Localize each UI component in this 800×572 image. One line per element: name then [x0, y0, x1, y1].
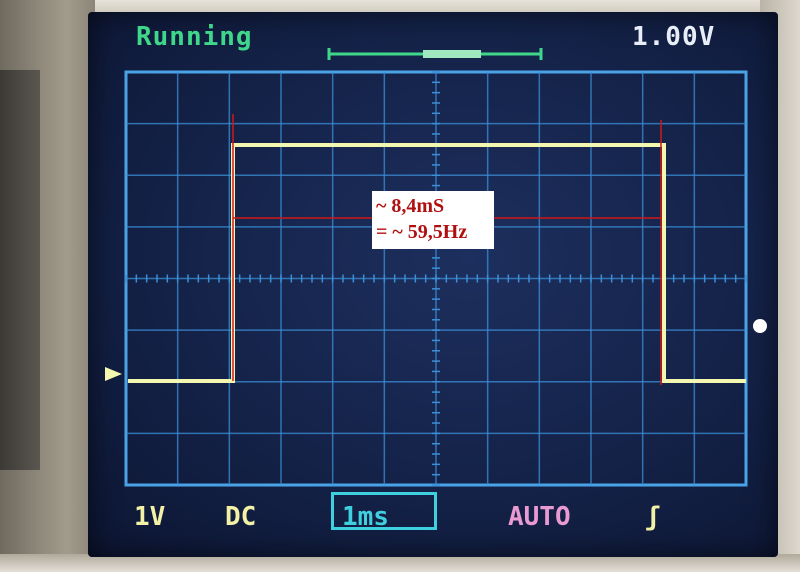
memory-position-bar[interactable] — [325, 44, 545, 64]
frequency-annotation: ~ 8,4mS = ~ 59,5Hz — [372, 191, 494, 249]
annotation-frequency: = ~ 59,5Hz — [376, 221, 468, 243]
annotation-period: ~ 8,4mS — [376, 195, 445, 217]
trigger-edge-icon[interactable]: ʃ — [645, 502, 661, 532]
trigger-level-marker-icon[interactable] — [753, 319, 767, 333]
timebase-value[interactable]: 1ms — [342, 502, 389, 532]
vertical-scale[interactable]: 1V — [134, 502, 165, 532]
memory-window-indicator[interactable] — [423, 50, 481, 58]
scope-graticule — [105, 70, 767, 487]
graticule-center-ticks — [125, 71, 747, 486]
trigger-mode[interactable]: AUTO — [508, 502, 571, 532]
channel-position-marker-icon[interactable] — [105, 367, 122, 381]
coupling-mode[interactable]: DC — [225, 502, 256, 532]
trigger-voltage-readout: 1.00V — [632, 22, 716, 52]
run-status[interactable]: Running — [136, 22, 253, 52]
signal-trace — [128, 143, 746, 383]
